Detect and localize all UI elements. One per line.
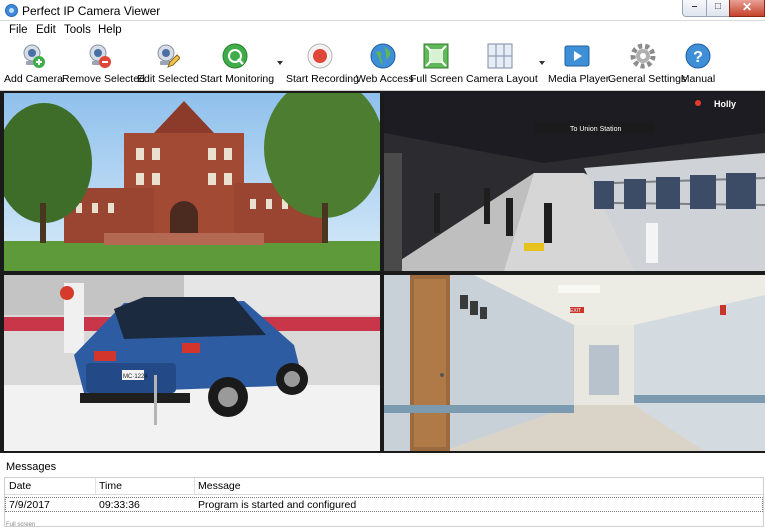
general-settings-button[interactable]: General Settings (608, 39, 687, 89)
media-player-button[interactable]: Media Player (548, 39, 610, 89)
camera-view-2[interactable]: To Union Station Holly (384, 93, 765, 271)
platform-sign-text: To Union Station (570, 126, 621, 133)
media-player-label: Media Player (548, 73, 610, 85)
full-screen-label: Full Screen (410, 73, 464, 85)
menu-help[interactable]: Help (98, 24, 122, 36)
media-player-icon (564, 45, 590, 67)
message-text: Program is started and configured (198, 499, 357, 511)
messages-title: Messages (6, 461, 57, 473)
close-button[interactable]: ✕ (729, 0, 765, 17)
manual-label: Manual (680, 73, 716, 85)
camera-view-4[interactable]: EXIT (384, 275, 765, 451)
monitoring-dropdown-icon[interactable] (277, 61, 283, 65)
messages-panel: Messages Date Time Message 7/9/2017 09:3… (0, 453, 765, 531)
start-monitoring-label: Start Monitoring (200, 73, 275, 85)
web-access-label: Web Access (356, 73, 414, 85)
full-screen-button[interactable]: Full Screen (410, 39, 464, 89)
window-title: Perfect IP Camera Viewer (22, 4, 161, 18)
start-monitoring-button[interactable]: Start Monitoring (200, 39, 275, 89)
monitoring-icon (222, 43, 248, 69)
title-bar: Perfect IP Camera Viewer – □ ✕ (0, 0, 765, 21)
layout-dropdown-icon[interactable] (539, 61, 545, 65)
message-date: 7/9/2017 (9, 499, 50, 511)
maximize-button[interactable]: □ (706, 0, 730, 17)
minimize-icon: – (691, 1, 698, 12)
record-icon (307, 43, 333, 69)
minimize-button[interactable]: – (682, 0, 707, 17)
edit-selected-label: Edit Selected (137, 73, 199, 85)
column-header-message[interactable]: Message (198, 480, 241, 492)
messages-table[interactable]: Date Time Message 7/9/2017 09:33:36 Prog… (4, 477, 764, 527)
camera-layout-button[interactable]: Camera Layout (466, 39, 538, 89)
status-text: Full screen (6, 522, 36, 528)
camera-layout-label: Camera Layout (466, 73, 538, 85)
edit-selected-button[interactable]: Edit Selected (137, 39, 199, 89)
close-icon: ✕ (741, 0, 753, 14)
menu-edit[interactable]: Edit (36, 24, 56, 36)
start-recording-label: Start Recording (286, 73, 359, 85)
manual-button[interactable]: ? Manual (680, 39, 716, 89)
edit-camera-icon (157, 44, 180, 68)
column-header-date[interactable]: Date (9, 480, 31, 492)
menu-bar: File Edit Tools Help (0, 22, 765, 39)
web-access-button[interactable]: Web Access (356, 39, 414, 89)
gear-icon (630, 43, 656, 69)
remove-selected-button[interactable]: Remove Selected (62, 39, 145, 89)
menu-tools[interactable]: Tools (64, 24, 91, 36)
station-overlay-text: Holly (714, 99, 736, 109)
globe-icon (370, 43, 396, 69)
exit-sign-text: EXIT (570, 308, 581, 314)
grid-layout-icon (487, 43, 513, 69)
campus-building-image (4, 93, 380, 271)
svg-text:?: ? (693, 49, 703, 66)
message-time: 09:33:36 (99, 499, 140, 511)
column-divider[interactable] (194, 478, 195, 495)
toolbar: Add Camera Remove Selected Edit Selected… (0, 39, 765, 91)
start-recording-button[interactable]: Start Recording (286, 39, 359, 89)
column-divider[interactable] (95, 478, 96, 495)
add-camera-label: Add Camera (4, 73, 63, 85)
parking-garage-image: MC·1224 (4, 275, 380, 451)
license-plate-text: MC·1224 (123, 374, 148, 380)
message-row[interactable]: 7/9/2017 09:33:36 Program is started and… (5, 497, 763, 512)
camera-grid: To Union Station Holly MC·1224 EXIT (0, 91, 765, 453)
add-camera-icon (23, 44, 45, 68)
help-icon: ? (685, 43, 711, 69)
full-screen-icon (423, 43, 449, 69)
camera-view-3[interactable]: MC·1224 (4, 275, 380, 451)
general-settings-label: General Settings (608, 73, 687, 85)
hospital-corridor-image: EXIT (384, 275, 765, 451)
maximize-icon: □ (714, 1, 722, 12)
camera-view-1[interactable] (4, 93, 380, 271)
remove-selected-label: Remove Selected (62, 73, 145, 85)
column-header-time[interactable]: Time (99, 480, 122, 492)
menu-file[interactable]: File (9, 24, 28, 36)
messages-header: Date Time Message (5, 478, 763, 495)
add-camera-button[interactable]: Add Camera (4, 39, 63, 89)
camera-app-icon (5, 4, 18, 17)
subway-station-image: To Union Station Holly (384, 93, 765, 271)
remove-camera-icon (89, 44, 111, 68)
